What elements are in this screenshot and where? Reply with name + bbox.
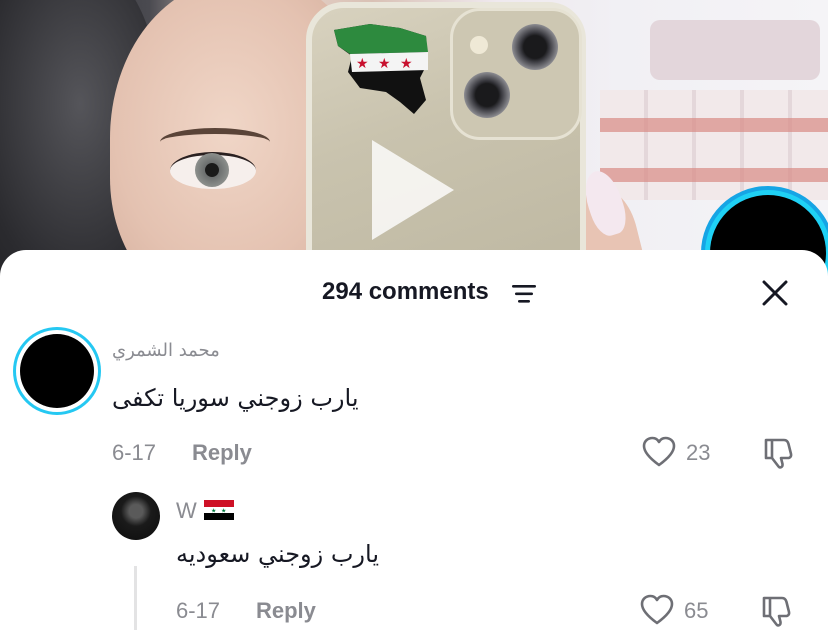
like-count: 65 [684,598,709,623]
product-shelf [600,90,828,200]
like-count: 23 [686,440,711,465]
thread-line [134,566,137,630]
reply-button[interactable]: Reply [192,440,252,466]
syria-map-sticker-icon: ★ ★ ★ [334,24,428,114]
svg-text:★: ★ [221,508,226,515]
close-icon[interactable] [760,278,790,308]
replier-avatar[interactable] [112,492,160,540]
background-shelf [650,20,820,80]
commenter-avatar[interactable] [20,334,94,408]
heart-icon[interactable] [642,436,676,468]
thumbs-down-icon[interactable] [760,594,794,628]
video-player[interactable]: ★ ★ ★ [0,0,828,290]
reply-button[interactable]: Reply [256,598,316,624]
svg-text:★: ★ [378,56,391,72]
play-icon[interactable] [372,140,454,240]
camera-flash [470,36,488,54]
thumbs-down-icon[interactable] [762,436,796,470]
svg-text:★: ★ [356,56,369,72]
svg-text:★: ★ [211,508,216,515]
comment-count: 294 comments [322,278,489,305]
comments-header: 294 comments [0,270,828,312]
comment-username[interactable]: محمد الشمري [112,340,220,361]
heart-icon[interactable] [640,594,674,626]
reply-text: يارب زوجني سعوديه [176,540,380,568]
iris [195,153,229,187]
reply-username[interactable]: W [176,498,197,524]
comment-date: 6-17 [112,440,157,465]
comment-text: يارب زوجني سوريا تكفى [112,384,359,412]
svg-text:★: ★ [400,56,413,72]
camera-lens-icon [464,72,510,118]
camera-module [450,8,582,140]
reply-date: 6-17 [176,598,221,623]
syria-flag-emoji-icon: ★ ★ [204,500,234,520]
camera-lens-icon [512,24,558,70]
filter-icon[interactable] [512,284,536,304]
